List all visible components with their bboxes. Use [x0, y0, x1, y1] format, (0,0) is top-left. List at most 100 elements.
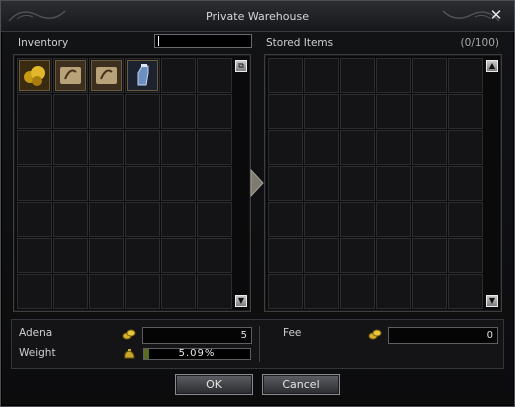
- stored-slot[interactable]: [268, 202, 303, 237]
- inventory-slot[interactable]: [197, 130, 232, 165]
- inventory-slot[interactable]: [89, 94, 124, 129]
- stored-slot[interactable]: [448, 94, 483, 129]
- inventory-slot[interactable]: [161, 166, 196, 201]
- stored-slot[interactable]: [268, 274, 303, 309]
- stored-scroll-down-button[interactable]: ▼: [486, 295, 498, 307]
- close-button[interactable]: ✕: [487, 6, 505, 24]
- cancel-button[interactable]: Cancel: [262, 374, 340, 395]
- stored-slot[interactable]: [376, 130, 411, 165]
- stored-slot[interactable]: [376, 166, 411, 201]
- stored-slot[interactable]: [376, 94, 411, 129]
- stored-slot[interactable]: [340, 238, 375, 273]
- stored-slot[interactable]: [448, 202, 483, 237]
- stored-slot[interactable]: [268, 58, 303, 93]
- stored-slot[interactable]: [304, 94, 339, 129]
- stored-slot[interactable]: [268, 166, 303, 201]
- inventory-slot[interactable]: [161, 58, 196, 93]
- inventory-slot[interactable]: [89, 58, 124, 93]
- inventory-slot[interactable]: [17, 166, 52, 201]
- stored-slot[interactable]: [412, 130, 447, 165]
- stored-slot[interactable]: [268, 238, 303, 273]
- gold-ore-icon[interactable]: [19, 60, 50, 91]
- inventory-slot[interactable]: [89, 238, 124, 273]
- stored-slot[interactable]: [304, 166, 339, 201]
- inventory-slot[interactable]: [53, 274, 88, 309]
- stored-slot[interactable]: [448, 166, 483, 201]
- inventory-slot[interactable]: [17, 58, 52, 93]
- inventory-slot[interactable]: [125, 202, 160, 237]
- inventory-slot[interactable]: [197, 166, 232, 201]
- inventory-slot[interactable]: [125, 238, 160, 273]
- inventory-slot[interactable]: [161, 202, 196, 237]
- inventory-slot[interactable]: [197, 202, 232, 237]
- scroll-icon[interactable]: [55, 60, 86, 91]
- scroll-icon[interactable]: [91, 60, 122, 91]
- inventory-slot[interactable]: [89, 166, 124, 201]
- stored-slot[interactable]: [412, 202, 447, 237]
- ok-button[interactable]: OK: [175, 374, 253, 395]
- inventory-slot[interactable]: [197, 238, 232, 273]
- stored-slot[interactable]: [412, 166, 447, 201]
- title-bar[interactable]: Private Warehouse ✕: [1, 1, 514, 32]
- stored-slot[interactable]: [340, 58, 375, 93]
- inventory-slot[interactable]: [125, 274, 160, 309]
- inventory-slot[interactable]: [197, 94, 232, 129]
- inventory-slot[interactable]: [53, 58, 88, 93]
- stored-slot[interactable]: [412, 58, 447, 93]
- inventory-expand-button[interactable]: ⧉: [235, 60, 247, 72]
- stored-slot[interactable]: [448, 274, 483, 309]
- inventory-slot[interactable]: [53, 94, 88, 129]
- stored-slot[interactable]: [376, 274, 411, 309]
- stored-slot[interactable]: [340, 130, 375, 165]
- inventory-slot[interactable]: [17, 202, 52, 237]
- inventory-slot[interactable]: [161, 274, 196, 309]
- inventory-slot[interactable]: [89, 130, 124, 165]
- stored-slot[interactable]: [376, 202, 411, 237]
- inventory-slot[interactable]: [161, 130, 196, 165]
- inventory-slot[interactable]: [53, 130, 88, 165]
- stored-slot[interactable]: [376, 58, 411, 93]
- inventory-scroll-down-button[interactable]: ▼: [235, 295, 247, 307]
- stored-slot[interactable]: [304, 202, 339, 237]
- potion-bottle-icon[interactable]: [127, 60, 158, 91]
- inventory-slot[interactable]: [53, 166, 88, 201]
- inventory-slot[interactable]: [17, 94, 52, 129]
- stored-slot[interactable]: [268, 94, 303, 129]
- inventory-slot[interactable]: [161, 94, 196, 129]
- inventory-slot[interactable]: [161, 238, 196, 273]
- stored-slot[interactable]: [448, 130, 483, 165]
- stored-slot[interactable]: [340, 166, 375, 201]
- inventory-slot[interactable]: [197, 274, 232, 309]
- stored-slot[interactable]: [268, 130, 303, 165]
- inventory-slot[interactable]: [197, 58, 232, 93]
- inventory-slot[interactable]: [89, 274, 124, 309]
- stored-slot[interactable]: [412, 274, 447, 309]
- stored-slot[interactable]: [412, 238, 447, 273]
- stored-slot[interactable]: [304, 58, 339, 93]
- inventory-slot[interactable]: [17, 274, 52, 309]
- inventory-slot[interactable]: [125, 130, 160, 165]
- adena-value-field[interactable]: 5: [142, 327, 252, 344]
- stored-slot[interactable]: [304, 130, 339, 165]
- inventory-search-input[interactable]: [154, 34, 252, 48]
- stored-slot[interactable]: [376, 238, 411, 273]
- inventory-slot[interactable]: [125, 94, 160, 129]
- inventory-slot[interactable]: [125, 58, 160, 93]
- inventory-slot[interactable]: [17, 130, 52, 165]
- stored-scroll-up-button[interactable]: ▲: [486, 60, 498, 72]
- inventory-slot[interactable]: [17, 238, 52, 273]
- inventory-slot[interactable]: [125, 166, 160, 201]
- inventory-slot[interactable]: [53, 238, 88, 273]
- stored-slot[interactable]: [448, 58, 483, 93]
- fee-value-field[interactable]: 0: [388, 327, 498, 344]
- stored-slot[interactable]: [304, 274, 339, 309]
- stored-slot[interactable]: [340, 202, 375, 237]
- stored-slot[interactable]: [412, 94, 447, 129]
- stored-slot[interactable]: [448, 238, 483, 273]
- stored-slot[interactable]: [340, 94, 375, 129]
- stored-slot[interactable]: [340, 274, 375, 309]
- inventory-slot[interactable]: [53, 202, 88, 237]
- inventory-slot[interactable]: [89, 202, 124, 237]
- stored-slot[interactable]: [304, 238, 339, 273]
- arrow-right-icon[interactable]: [249, 168, 265, 198]
